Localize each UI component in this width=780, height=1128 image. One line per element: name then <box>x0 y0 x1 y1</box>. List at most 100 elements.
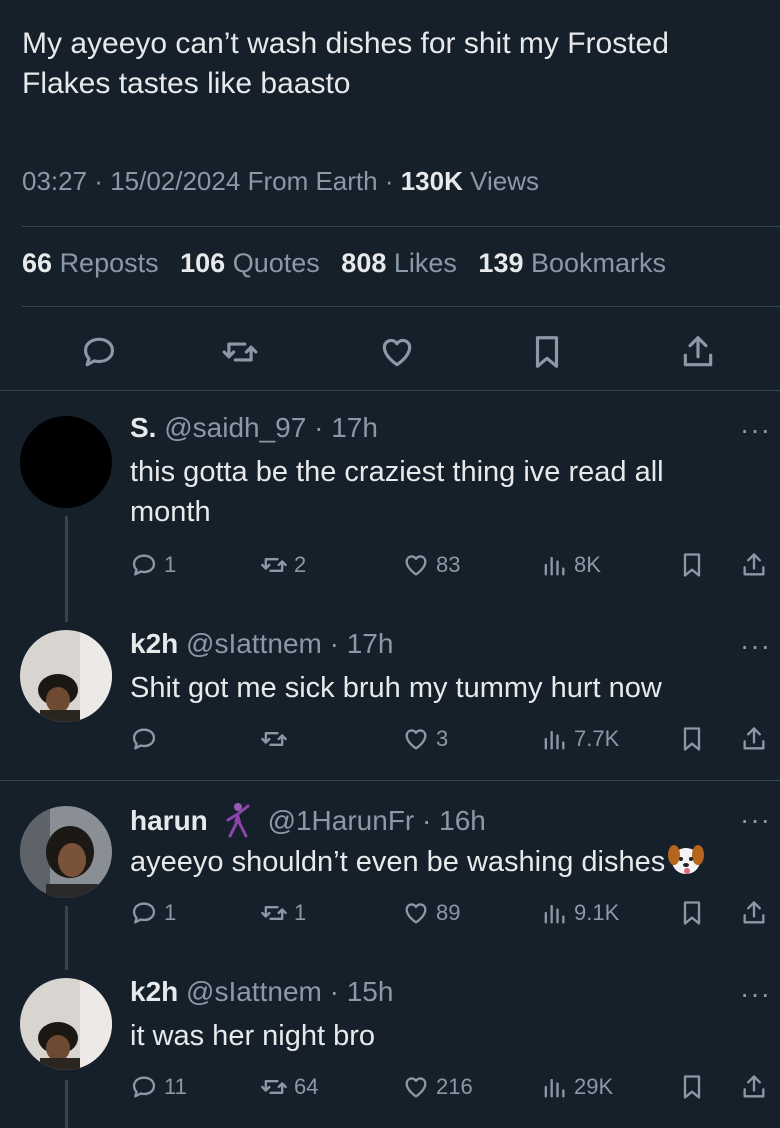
share-button[interactable] <box>676 325 720 379</box>
bookmark-button[interactable] <box>678 722 712 756</box>
tweet-time[interactable]: 03:27 <box>22 166 87 196</box>
tweet-location: From Earth <box>247 166 378 196</box>
more-icon[interactable]: ··· <box>740 414 771 446</box>
bookmark-button[interactable] <box>678 1070 712 1104</box>
repost-icon <box>261 906 287 920</box>
bookmark-icon <box>683 1075 701 1099</box>
reposts-stat[interactable]: 66 Reposts <box>22 248 159 278</box>
tweet-text: My ayeeyo can’t wash dishes for shit my … <box>22 27 669 100</box>
tweet-actions <box>0 325 780 379</box>
tweet-date[interactable]: 15/02/2024 <box>110 166 240 196</box>
reply-text: Shit got me sick bruh my tummy hurt now <box>130 672 662 704</box>
reply-text: ayeeyo shouldn’t even be washing dishes <box>130 846 666 878</box>
share-button[interactable] <box>740 548 774 582</box>
display-name[interactable]: k2h <box>130 976 178 1007</box>
bookmark-button[interactable] <box>678 896 712 930</box>
reply-time[interactable]: 17h <box>331 412 378 443</box>
repost-button[interactable]: 64 <box>260 1070 318 1104</box>
display-name[interactable]: S. <box>130 412 156 443</box>
profile-photo <box>20 978 112 1070</box>
share-button[interactable] <box>740 722 774 756</box>
reply-icon <box>83 337 115 367</box>
bookmark-icon <box>683 553 701 577</box>
reply-time[interactable]: 17h <box>347 628 394 659</box>
more-icon[interactable]: ··· <box>740 804 771 836</box>
reply-time[interactable]: 15h <box>347 976 394 1007</box>
reply-button[interactable]: 1 <box>130 896 176 930</box>
share-icon <box>743 1075 765 1098</box>
likes-stat[interactable]: 808 Likes <box>341 248 457 278</box>
handle[interactable]: @sIattnem <box>186 628 322 659</box>
views-button[interactable]: 29K <box>540 1070 613 1104</box>
views-count: 130K <box>400 166 463 196</box>
reply-header: k2h @sIattnem · 17h <box>130 628 394 659</box>
reply-button[interactable]: 11 <box>130 1070 187 1104</box>
bookmarks-stat[interactable]: 139 Bookmarks <box>478 248 666 278</box>
reply-text-line: ayeeyo shouldn’t even be washing dishes <box>130 842 770 882</box>
more-icon[interactable]: ··· <box>740 978 771 1010</box>
display-name[interactable]: k2h <box>130 628 178 659</box>
share-button[interactable] <box>740 896 774 930</box>
bookmark-button[interactable] <box>525 325 569 379</box>
reply-icon <box>132 554 156 576</box>
quotes-stat[interactable]: 106 Quotes <box>180 248 320 278</box>
bookmark-icon <box>535 336 559 368</box>
like-button[interactable]: 216 <box>402 1070 473 1104</box>
tweet-stats: 66 Reposts 106 Quotes 808 Likes 139 Book… <box>22 248 680 279</box>
share-button[interactable] <box>740 1070 774 1104</box>
reply-actions: 1 1 89 9.1K <box>130 896 780 930</box>
avatar[interactable] <box>20 978 112 1070</box>
reply-icon <box>132 902 156 924</box>
share-icon <box>743 901 765 924</box>
share-icon <box>683 336 713 367</box>
views-icon <box>544 904 565 924</box>
like-button[interactable]: 3 <box>402 722 448 756</box>
profile-photo <box>20 806 112 898</box>
repost-button[interactable] <box>218 325 262 379</box>
thread-line <box>65 906 68 970</box>
like-button[interactable] <box>375 325 419 379</box>
handle[interactable]: @sIattnem <box>186 976 322 1007</box>
reply-header: harun @1HarunFr · 16h <box>130 802 486 838</box>
views-button[interactable]: 8K <box>540 548 601 582</box>
avatar[interactable] <box>20 416 112 508</box>
reply-text: this gotta be the craziest thing ive rea… <box>130 456 664 528</box>
reply-button[interactable] <box>130 722 164 756</box>
repost-icon <box>222 342 258 362</box>
repost-icon <box>261 1080 287 1094</box>
share-icon <box>743 727 765 750</box>
heart-icon <box>382 338 412 367</box>
reply-button[interactable] <box>77 325 121 379</box>
avatar[interactable] <box>20 630 112 722</box>
reply-text: it was her night bro <box>130 1020 376 1052</box>
heart-icon <box>405 555 427 576</box>
profile-photo <box>20 630 112 722</box>
views-icon <box>544 730 565 750</box>
reply-time[interactable]: 16h <box>439 805 486 836</box>
like-button[interactable]: 83 <box>402 548 460 582</box>
bookmark-button[interactable] <box>678 548 712 582</box>
share-icon <box>743 553 765 576</box>
reply-button[interactable]: 1 <box>130 548 176 582</box>
thread-line <box>65 516 68 622</box>
repost-button[interactable]: 2 <box>260 548 306 582</box>
heart-icon <box>405 1077 427 1098</box>
avatar[interactable] <box>20 806 112 898</box>
thread-line <box>65 1080 68 1128</box>
display-name[interactable]: harun <box>130 805 208 836</box>
reply-icon <box>132 728 156 750</box>
reply-actions: 3 7.7K <box>130 722 780 756</box>
views-button[interactable]: 7.7K <box>540 722 619 756</box>
bookmark-icon <box>683 727 701 751</box>
views-icon <box>544 556 565 576</box>
heart-icon <box>405 729 427 750</box>
divider <box>0 780 780 781</box>
dancer-emoji-icon <box>226 803 250 838</box>
views-button[interactable]: 9.1K <box>540 896 619 930</box>
handle[interactable]: @saidh_97 <box>164 412 306 443</box>
handle[interactable]: @1HarunFr <box>268 805 415 836</box>
like-button[interactable]: 89 <box>402 896 460 930</box>
more-icon[interactable]: ··· <box>740 630 771 662</box>
repost-button[interactable] <box>260 722 294 756</box>
repost-button[interactable]: 1 <box>260 896 306 930</box>
